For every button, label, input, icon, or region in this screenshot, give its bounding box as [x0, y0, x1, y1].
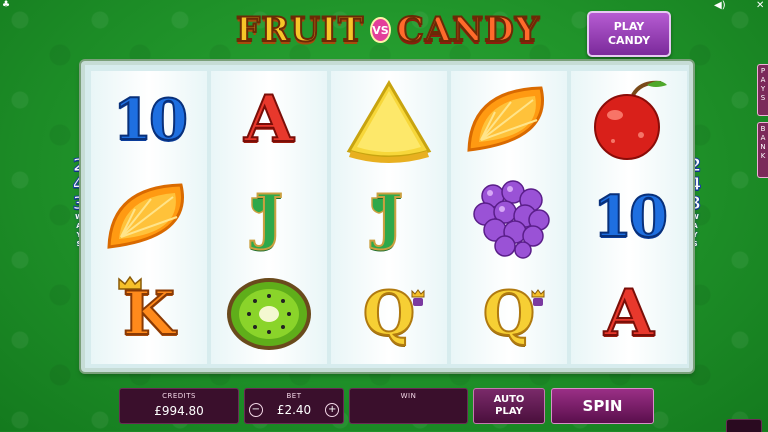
symbol-jack: J: [254, 181, 284, 253]
autoplay-label-1: AUTO: [493, 394, 525, 405]
symbol-cell: [331, 71, 447, 168]
autoplay-button[interactable]: AUTO PLAY: [473, 388, 545, 424]
ways-letter: S: [692, 240, 698, 248]
pineapple-slice-icon: [346, 79, 432, 163]
symbol-queen: Q: [482, 278, 536, 350]
symbol-cell: Q: [451, 265, 567, 362]
crown-icon: [411, 288, 425, 306]
symbol-cell: [91, 168, 207, 265]
pays-tab[interactable]: PAYS: [757, 64, 768, 116]
symbol-cell: Q: [331, 265, 447, 362]
ways-letter: Y: [692, 231, 698, 239]
credits-display: CREDITS £994.80: [119, 388, 239, 424]
symbol-ace: A: [243, 81, 295, 158]
orange-slice-icon: [107, 182, 184, 249]
logo-vs: VS: [370, 17, 391, 43]
bet-decrease-button[interactable]: −: [248, 403, 263, 417]
symbol-cell: [211, 265, 327, 362]
symbol-cell: A: [571, 265, 687, 362]
bank-tab[interactable]: BANK: [757, 122, 768, 178]
game-logo: FRUIT VS CANDY: [235, 6, 540, 54]
symbol-cell: 10: [571, 168, 687, 265]
bet-label: BET: [286, 392, 302, 400]
reel-3: J Q: [331, 71, 447, 364]
grapes-icon: [473, 179, 550, 259]
bet-control: BET − £2.40 +: [244, 388, 344, 424]
credits-label: CREDITS: [162, 392, 196, 400]
menu-toggle[interactable]: [726, 419, 762, 432]
bank-tab-label: BANK: [760, 125, 766, 160]
win-display: WIN: [349, 388, 468, 424]
symbol-ten: 10: [592, 183, 669, 251]
symbol-cell: K: [91, 265, 207, 362]
symbol-ten: 10: [112, 86, 189, 154]
ways-letter: A: [692, 222, 698, 230]
spin-button[interactable]: SPIN: [551, 388, 654, 424]
symbol-cell: J: [331, 168, 447, 265]
symbol-ace: A: [603, 275, 655, 352]
orange-slice-icon: [467, 85, 544, 152]
kiwi-icon: [227, 277, 311, 350]
symbol-queen: Q: [362, 278, 416, 350]
symbol-jack: J: [374, 181, 404, 253]
bet-increase-button[interactable]: +: [325, 403, 340, 417]
symbol-cell: [571, 71, 687, 168]
credits-value: £994.80: [154, 404, 204, 418]
autoplay-label-2: PLAY: [495, 406, 523, 417]
bet-value: £2.40: [276, 403, 312, 417]
play-candy-label-2: CANDY: [607, 34, 651, 47]
cherry-icon: [594, 80, 667, 160]
close-icon[interactable]: ✕: [756, 0, 764, 11]
play-candy-button[interactable]: PLAY CANDY: [587, 11, 671, 57]
play-candy-label-1: PLAY: [613, 20, 645, 33]
symbol-cell: 10: [91, 71, 207, 168]
reel-4: Q: [451, 71, 567, 364]
spin-label: SPIN: [582, 397, 623, 415]
reel-frame: 10 K A J J Q Q 10 A: [81, 61, 693, 372]
symbol-cell: [451, 168, 567, 265]
logo-candy: CANDY: [396, 9, 540, 51]
reel-1: 10 K: [91, 71, 207, 364]
symbol-cell: A: [211, 71, 327, 168]
symbol-cell: J: [211, 168, 327, 265]
symbol-cell: [451, 71, 567, 168]
reel-2: A J: [211, 71, 327, 364]
pays-tab-label: PAYS: [760, 67, 766, 102]
sound-icon[interactable]: ◀): [714, 0, 726, 11]
logo-fruit: FRUIT: [235, 9, 365, 51]
symbol-king: K: [122, 278, 176, 350]
win-label: WIN: [400, 392, 417, 400]
reel-5: 10 A: [571, 71, 687, 364]
crown-icon: [531, 288, 545, 306]
menu-icon[interactable]: ♣: [2, 0, 10, 10]
